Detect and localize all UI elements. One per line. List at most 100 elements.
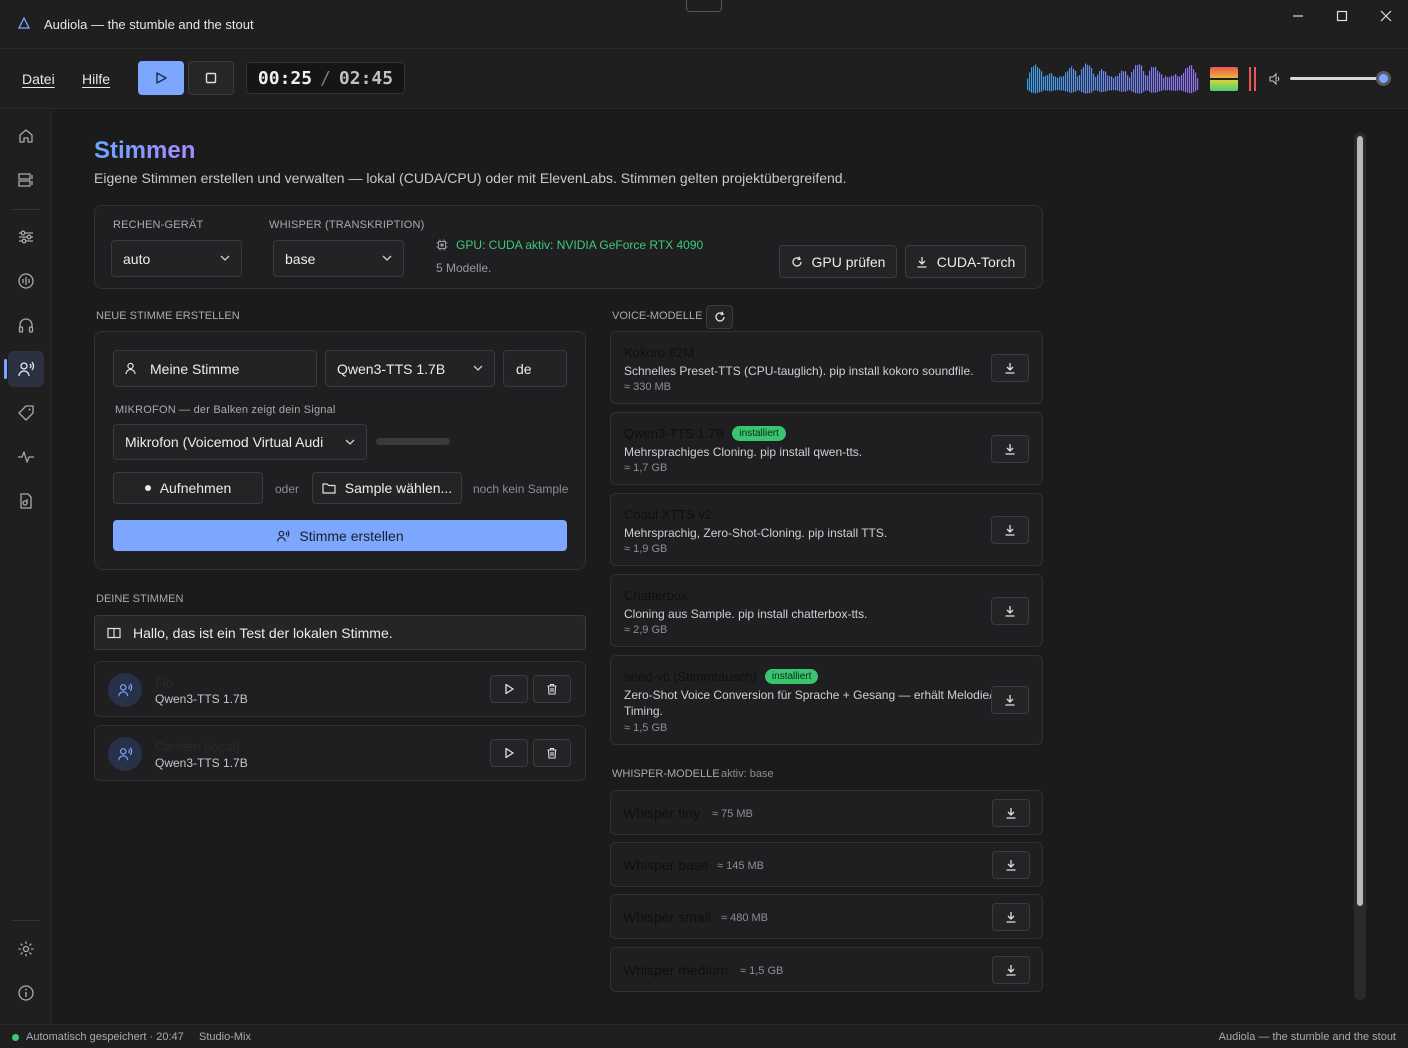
sidebar-item-home[interactable] — [8, 118, 44, 154]
whisper-model-name: Whisper small — [623, 909, 711, 925]
avatar — [108, 673, 142, 707]
voice-card[interactable]: Carsten (local) Qwen3-TTS 1.7B — [94, 725, 586, 781]
sidebar-divider-bottom — [12, 920, 40, 921]
waveform-bar — [1169, 77, 1171, 91]
delete-voice-button[interactable] — [533, 675, 571, 703]
waveform-bar — [1135, 65, 1137, 94]
waveform-bar — [1103, 71, 1105, 92]
sidebar-item-audio[interactable] — [8, 263, 44, 299]
voice-name-input[interactable]: Meine Stimme — [113, 350, 317, 387]
play-icon — [505, 683, 514, 695]
stop-icon — [205, 72, 217, 84]
waveform-bar — [1061, 76, 1063, 91]
download-model-button[interactable] — [991, 597, 1029, 625]
voice-model-card: Kokoro 82M Schnelles Preset-TTS (CPU-tau… — [610, 331, 1043, 404]
download-model-button[interactable] — [992, 799, 1030, 827]
sidebar-item-library[interactable] — [8, 162, 44, 198]
sidebar-item-voices[interactable] — [4, 351, 44, 387]
current-time: 00:25 — [257, 67, 313, 89]
scrollbar[interactable] — [1354, 132, 1366, 1000]
model-name-row: seed-vc (Stimmtausch) installiert — [624, 669, 819, 684]
no-sample-text: noch kein Sample — [473, 482, 569, 496]
volume-slider[interactable] — [1290, 77, 1378, 80]
download-icon — [1006, 808, 1016, 819]
create-voice-label: Stimme erstellen — [299, 527, 404, 544]
chevron-down-icon — [382, 255, 392, 261]
cuda-torch-button[interactable]: CUDA-Torch — [905, 245, 1026, 278]
compute-device-select[interactable]: auto — [111, 240, 242, 277]
waveform-bar — [1191, 65, 1193, 94]
whisper-model-name: Whisper tiny — [623, 805, 701, 821]
play-button[interactable] — [138, 61, 184, 95]
play-voice-button[interactable] — [490, 739, 528, 767]
app-logo-icon — [18, 17, 30, 29]
voice-name: Carsten (local) — [155, 739, 240, 754]
download-model-button[interactable] — [992, 903, 1030, 931]
stop-button[interactable] — [188, 61, 234, 95]
scrollbar-thumb[interactable] — [1357, 136, 1363, 906]
test-text-input[interactable]: Hallo, das ist ein Test der lokalen Stim… — [94, 615, 586, 650]
play-voice-button[interactable] — [490, 675, 528, 703]
microphone-select[interactable]: Mikrofon (Voicemod Virtual Audi — [113, 424, 367, 460]
language-value: de — [516, 360, 532, 377]
voice-icon — [18, 361, 35, 377]
voice-model-select[interactable]: Qwen3-TTS 1.7B — [325, 350, 495, 387]
waveform-bar — [1187, 67, 1189, 93]
waveform-bar — [1197, 78, 1199, 90]
create-voice-button[interactable]: Stimme erstellen — [113, 520, 567, 551]
model-name-row: Kokoro 82M — [624, 345, 694, 360]
waveform-bar — [1157, 70, 1159, 92]
download-model-button[interactable] — [991, 686, 1029, 714]
refresh-models-button[interactable] — [706, 305, 733, 329]
trash-icon — [547, 747, 557, 759]
close-button[interactable] — [1364, 0, 1408, 32]
download-model-button[interactable] — [991, 354, 1029, 382]
window-title: Audiola — the stumble and the stout — [44, 17, 254, 32]
whisper-select[interactable]: base — [273, 240, 404, 277]
sidebar-item-listen[interactable] — [8, 307, 44, 343]
refresh-icon — [714, 311, 725, 322]
waveform-bar — [1033, 66, 1035, 93]
mix-label[interactable]: Studio-Mix — [199, 1031, 251, 1043]
model-name-row: Coqui XTTS v2 — [624, 507, 712, 522]
maximize-button[interactable] — [1320, 0, 1364, 32]
sidebar-item-settings[interactable] — [8, 931, 44, 967]
waveform-bar — [1149, 70, 1151, 92]
record-dot-icon — [144, 485, 151, 491]
waveform-bar — [1195, 72, 1197, 92]
sidebar-item-activity[interactable] — [8, 439, 44, 475]
choose-sample-button[interactable]: Sample wählen... — [312, 472, 462, 504]
language-input[interactable]: de — [503, 350, 567, 387]
sidebar-item-info[interactable] — [8, 975, 44, 1011]
headphones-icon — [18, 318, 34, 333]
sidebar-item-mixer[interactable] — [8, 219, 44, 255]
waveform-display[interactable] — [1027, 62, 1199, 94]
waveform-bar — [1039, 68, 1041, 93]
volume-slider-knob[interactable] — [1376, 71, 1391, 86]
waveform-bar — [1167, 77, 1169, 91]
download-model-button[interactable] — [991, 435, 1029, 463]
download-model-button[interactable] — [992, 851, 1030, 879]
gpu-status-text: GPU: CUDA aktiv: NVIDIA GeForce RTX 4090 — [456, 238, 704, 252]
record-button[interactable]: Aufnehmen — [113, 472, 263, 504]
check-gpu-button[interactable]: GPU prüfen — [779, 245, 897, 278]
delete-voice-button[interactable] — [533, 739, 571, 767]
refresh-icon — [791, 256, 802, 267]
menu-help[interactable]: Hilfe — [82, 71, 110, 87]
drag-grip[interactable] — [686, 0, 722, 12]
download-model-button[interactable] — [991, 516, 1029, 544]
sidebar-item-files[interactable] — [8, 483, 44, 519]
sidebar-item-tags[interactable] — [8, 395, 44, 431]
waveform-bar — [1049, 73, 1051, 92]
download-model-button[interactable] — [992, 956, 1030, 984]
volume-icon[interactable] — [1268, 72, 1282, 86]
minimize-button[interactable] — [1276, 0, 1320, 32]
menu-file[interactable]: Datei — [22, 71, 55, 87]
voice-card[interactable]: Flo Qwen3-TTS 1.7B — [94, 661, 586, 717]
waveform-bar — [1153, 67, 1155, 93]
voice-icon — [118, 747, 133, 761]
download-icon — [1005, 525, 1015, 536]
waveform-bar — [1053, 76, 1055, 91]
model-description: Cloning aus Sample. pip install chatterb… — [624, 607, 868, 621]
model-description: Mehrsprachig, Zero-Shot-Cloning. pip ins… — [624, 526, 888, 540]
